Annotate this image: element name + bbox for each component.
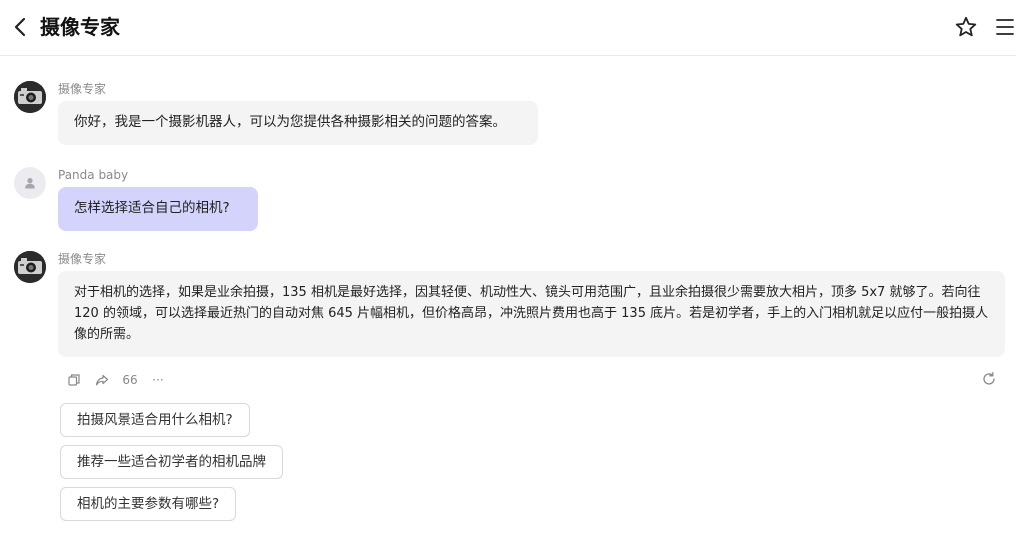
back-button[interactable] bbox=[8, 14, 32, 40]
suggested-question[interactable]: 相机的主要参数有哪些? bbox=[60, 487, 237, 521]
chevron-left-icon bbox=[14, 17, 26, 37]
sender-name: 摄像专家 bbox=[58, 82, 107, 96]
more-icon: ··· bbox=[152, 373, 164, 387]
message-actions: 66 ··· bbox=[66, 371, 178, 389]
copy-button[interactable] bbox=[66, 372, 82, 388]
user-icon bbox=[25, 178, 35, 189]
suggested-question[interactable]: 推荐一些适合初学者的相机品牌 bbox=[60, 445, 283, 479]
camera-photo-icon bbox=[14, 251, 46, 283]
favorite-button[interactable] bbox=[954, 15, 978, 39]
hamburger-menu-icon bbox=[996, 19, 1014, 35]
bot-avatar bbox=[14, 81, 46, 113]
sender-name: Panda baby bbox=[58, 168, 129, 182]
share-button[interactable] bbox=[94, 372, 110, 388]
message-text: 对于相机的选择，如果是业余拍摄，135 相机是最好选择，因其轻便、机动性大、镜头… bbox=[74, 285, 989, 342]
regenerate-button[interactable] bbox=[981, 371, 997, 387]
message-text: 你好，我是一个摄影机器人，可以为您提供各种摄影相关的问题的答案。 bbox=[74, 114, 506, 130]
quote-button[interactable]: 66 bbox=[122, 372, 138, 388]
user-avatar bbox=[14, 167, 46, 199]
message-text: 怎样选择适合自己的相机? bbox=[74, 200, 230, 216]
more-button[interactable]: ··· bbox=[150, 372, 166, 388]
sender-name: 摄像专家 bbox=[58, 252, 107, 266]
share-icon bbox=[95, 374, 109, 386]
star-icon bbox=[955, 16, 977, 37]
quote-icon: 66 bbox=[122, 373, 138, 387]
suggested-question[interactable]: 拍摄风景适合用什么相机? bbox=[60, 403, 250, 437]
user-message-bubble: 怎样选择适合自己的相机? bbox=[58, 187, 258, 231]
chat-header: 摄像专家 bbox=[0, 0, 1016, 56]
bot-avatar bbox=[14, 251, 46, 283]
menu-button[interactable] bbox=[994, 15, 1016, 39]
bot-message-bubble: 你好，我是一个摄影机器人，可以为您提供各种摄影相关的问题的答案。 bbox=[58, 101, 538, 145]
page-title: 摄像专家 bbox=[40, 15, 120, 39]
camera-photo-icon bbox=[14, 81, 46, 113]
bot-message-bubble: 对于相机的选择，如果是业余拍摄，135 相机是最好选择，因其轻便、机动性大、镜头… bbox=[58, 271, 1005, 357]
refresh-icon bbox=[983, 372, 995, 385]
copy-icon bbox=[68, 374, 80, 386]
